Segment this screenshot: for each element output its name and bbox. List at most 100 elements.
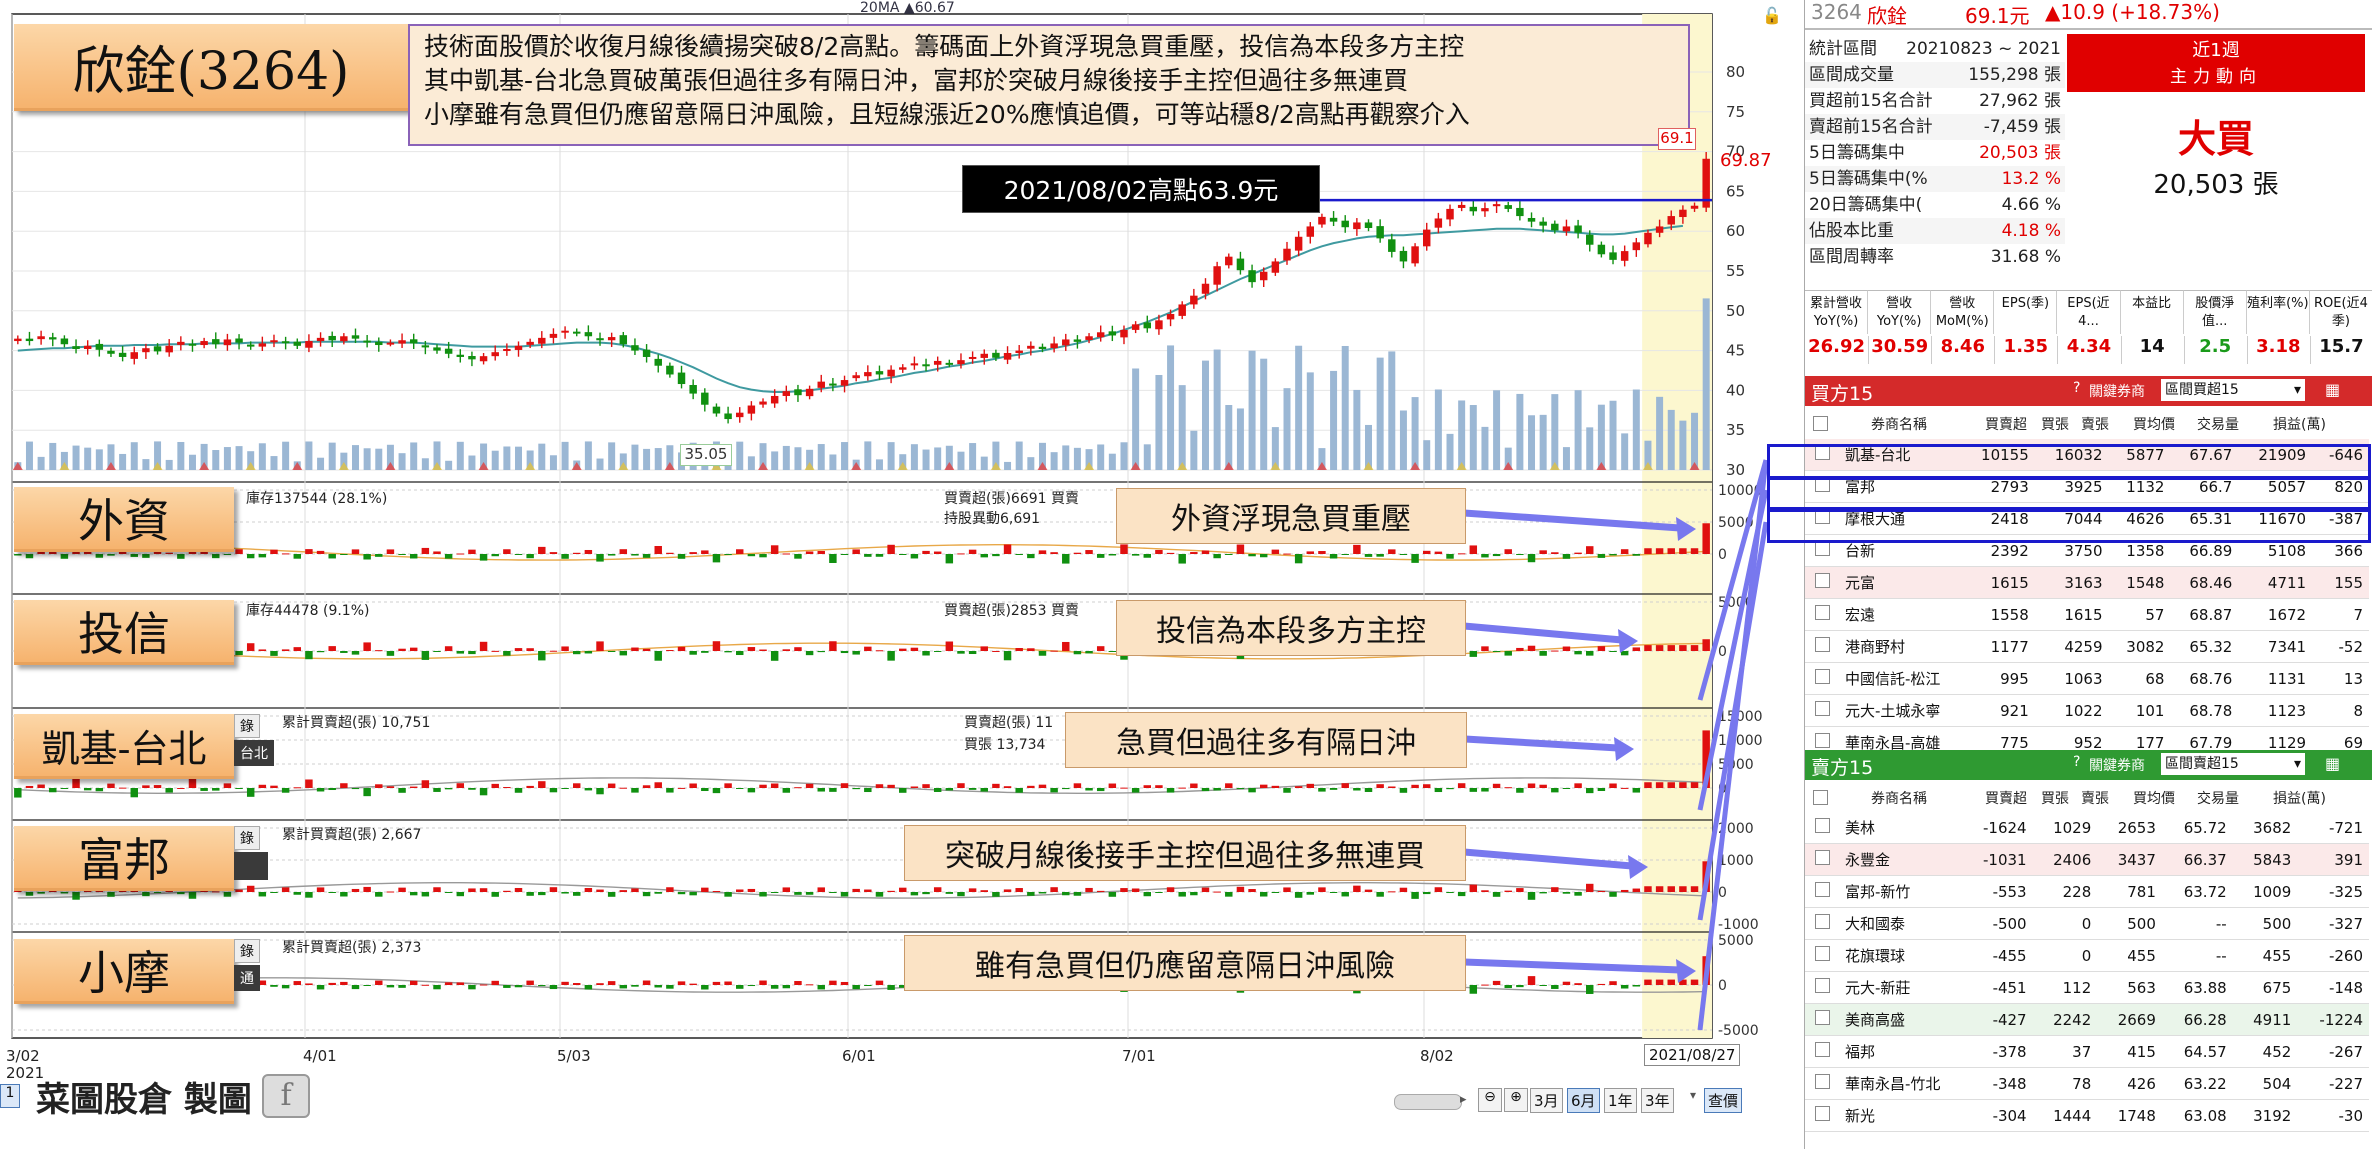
date-marker [59, 462, 70, 470]
table-header-cell[interactable]: 買均價 [2133, 414, 2175, 434]
flow-bar [491, 892, 499, 897]
table-header-cell[interactable]: 買張 [2041, 788, 2069, 808]
select-all-checkbox[interactable] [1813, 416, 1828, 436]
table-cell: -260 [2297, 939, 2369, 972]
flow-bar [1702, 523, 1710, 554]
flow-bar [258, 892, 267, 897]
table-row[interactable]: 元大-土城永寧 921 1022 101 68.78 1123 8 [1805, 694, 2369, 727]
table-row[interactable]: 新光 -304 1444 1748 63.08 3192 -30 [1805, 1099, 2369, 1132]
query-button[interactable]: 查價 [1704, 1088, 1743, 1113]
range-6m-button[interactable]: 6月 [1567, 1088, 1600, 1113]
table-header-cell[interactable]: 券商名稱 [1871, 414, 1927, 434]
flow-bar [1096, 788, 1105, 792]
zoom-out-icon[interactable]: ⊖ [1478, 1088, 1502, 1112]
table-row[interactable]: 富邦-新竹 -553 228 781 63.72 1009 -325 [1805, 875, 2369, 908]
table-cell: 675 [2232, 971, 2298, 1004]
flow-bar [433, 887, 441, 892]
x-label-0: 3/02 [6, 1047, 40, 1065]
table-cell: 65.32 [2170, 630, 2239, 663]
row-checkbox[interactable] [1805, 662, 1839, 695]
range-3m-button[interactable]: 3月 [1530, 1088, 1563, 1113]
buy-range-select[interactable]: 區間買超15 ▾ [2161, 379, 2305, 401]
range-dropdown-icon[interactable]: ▾ [1690, 1088, 1696, 1102]
flow-bar [619, 985, 628, 989]
table-row[interactable]: 華南永昌-竹北 -348 78 426 63.22 504 -227 [1805, 1067, 2369, 1100]
flow-bar [922, 892, 930, 895]
flow-bar [561, 554, 569, 559]
table-row[interactable]: 美商高盛 -427 2242 2669 66.28 4911 -1224 [1805, 1003, 2369, 1036]
table-header-cell[interactable]: 賣張 [2081, 788, 2109, 808]
table-header-cell[interactable]: 買賣超 [1985, 788, 2027, 808]
row-checkbox[interactable] [1805, 907, 1839, 940]
table-row[interactable]: 元富 1615 3163 1548 68.46 4711 155 [1805, 566, 2369, 599]
buy-help-icon[interactable]: ? [2073, 380, 2080, 396]
flow-bar [1271, 785, 1280, 788]
sell-help-icon[interactable]: ? [2073, 754, 2080, 770]
table-row[interactable]: 港商野村 1177 4259 3082 65.32 7341 -52 [1805, 630, 2369, 663]
table-row[interactable]: 中國信託-松江 995 1063 68 68.76 1131 13 [1805, 662, 2369, 695]
row-checkbox[interactable] [1805, 939, 1839, 972]
grid-icon[interactable]: ▦ [2325, 754, 2340, 773]
select-all-checkbox[interactable] [1813, 790, 1828, 810]
flow-bar [701, 788, 709, 792]
flow-bar [72, 778, 80, 788]
table-row[interactable]: 永豐金 -1031 2406 3437 66.37 5843 391 [1805, 843, 2369, 876]
table-row[interactable]: 花旗環球 -455 0 455 -- 455 -260 [1805, 939, 2369, 972]
row-checkbox[interactable] [1805, 630, 1839, 663]
jpm-broker-button[interactable]: 錄 [234, 939, 260, 963]
zoom-in-icon[interactable]: ⊕ [1504, 1088, 1528, 1112]
flow-bar [677, 646, 686, 651]
row-checkbox[interactable] [1805, 843, 1839, 876]
table-cell: 1615 [2034, 598, 2109, 631]
row-checkbox[interactable] [1805, 598, 1839, 631]
row-checkbox[interactable] [1805, 566, 1839, 599]
table-cell: -451 [1961, 971, 2033, 1004]
range-3y-button[interactable]: 3年 [1641, 1088, 1674, 1113]
flow-bar [1388, 786, 1396, 788]
table-header-cell[interactable]: 損益(萬) [2273, 788, 2326, 808]
flow-bar [1143, 785, 1151, 788]
row-checkbox[interactable] [1805, 1067, 1839, 1100]
flow-bar [514, 985, 523, 988]
table-header-cell[interactable]: 交易量 [2197, 788, 2239, 808]
table-row[interactable]: 元大-新莊 -451 112 563 63.88 675 -148 [1805, 971, 2369, 1004]
page-number[interactable]: 1 [0, 1084, 20, 1108]
flow-bar [25, 785, 34, 788]
flow-bar [444, 788, 453, 790]
row-checkbox[interactable] [1805, 812, 1839, 844]
row-checkbox[interactable] [1805, 971, 1839, 1004]
table-row[interactable]: 福邦 -378 37 415 64.57 452 -267 [1805, 1035, 2369, 1068]
scroll-right-icon[interactable]: ▸ [1460, 1092, 1467, 1107]
table-header-cell[interactable]: 買均價 [2133, 788, 2175, 808]
date-marker [478, 462, 489, 470]
flow-bar [782, 788, 791, 793]
flow-bar [351, 651, 360, 655]
grid-icon[interactable]: ▦ [2325, 380, 2340, 399]
table-header-cell[interactable]: 買賣超 [1985, 414, 2027, 434]
sell-range-select[interactable]: 區間賣超15 ▾ [2161, 753, 2305, 775]
row-checkbox[interactable] [1805, 875, 1839, 908]
scroll-slider[interactable] [1394, 1094, 1462, 1110]
table-header-cell[interactable]: 損益(萬) [2273, 414, 2326, 434]
kgi-broker-button[interactable]: 錄 [234, 714, 260, 738]
fubon-broker-button[interactable]: 錄 [234, 826, 260, 850]
row-checkbox[interactable] [1805, 694, 1839, 727]
flow-bar [1341, 892, 1349, 897]
flow-bar [246, 885, 255, 892]
table-header-cell[interactable]: 券商名稱 [1871, 788, 1927, 808]
flow-bar [759, 649, 767, 651]
table-header-cell[interactable]: 交易量 [2197, 414, 2239, 434]
lock-icon[interactable]: 🔓 [1762, 6, 1782, 25]
table-header-cell[interactable]: 賣張 [2081, 414, 2109, 434]
volume-bar [1609, 400, 1617, 470]
row-checkbox[interactable] [1805, 1003, 1839, 1036]
row-checkbox[interactable] [1805, 1099, 1839, 1132]
table-row[interactable]: 大和國泰 -500 0 500 -- 500 -327 [1805, 907, 2369, 940]
table-row[interactable]: 宏遠 1558 1615 57 68.87 1672 7 [1805, 598, 2369, 631]
table-row[interactable]: 美林 -1624 1029 2653 65.72 3682 -721 [1805, 812, 2369, 844]
row-checkbox[interactable] [1805, 1035, 1839, 1068]
table-header-cell[interactable]: 買張 [2041, 414, 2069, 434]
flow-bar [409, 786, 418, 788]
range-1y-button[interactable]: 1年 [1604, 1088, 1637, 1113]
candle-body [840, 380, 849, 386]
